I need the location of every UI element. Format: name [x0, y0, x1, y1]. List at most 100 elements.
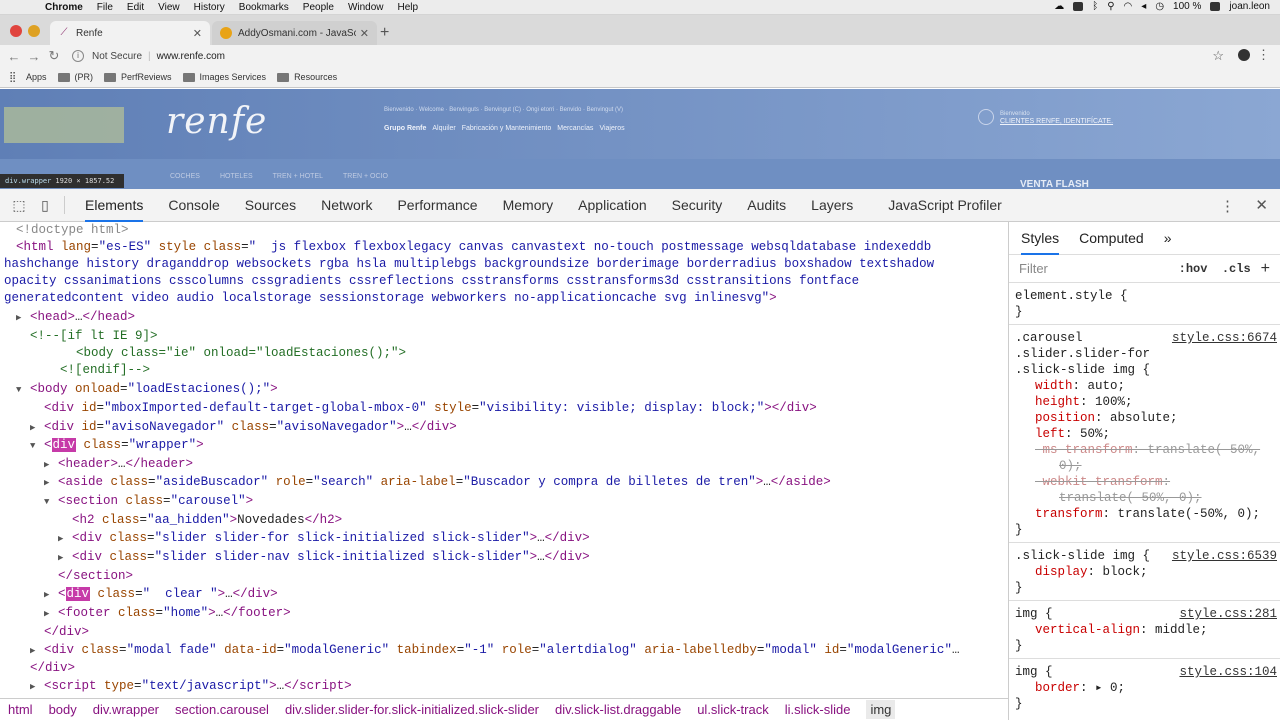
breadcrumb-item[interactable]: div.slider.slider-for.slick-initialized.… — [285, 702, 539, 717]
forward-icon[interactable]: → — [24, 49, 44, 64]
tab-styles[interactable]: Styles — [1021, 222, 1060, 255]
user-name[interactable]: joan.leon — [1229, 1, 1270, 12]
tab-layers[interactable]: Layers — [811, 189, 853, 222]
css-property[interactable]: border: ▸ 0; — [1015, 680, 1274, 696]
more-tabs-icon[interactable]: » — [1164, 222, 1172, 255]
dom-node-line[interactable]: </section> — [58, 568, 133, 586]
tab-network[interactable]: Network — [321, 189, 372, 222]
dom-node-line[interactable]: hashchange history draganddrop websocket… — [4, 256, 934, 274]
chrome-menu-icon[interactable]: ⋮ — [1257, 47, 1270, 63]
rule-carousel-img[interactable]: style.css:6674 .carousel .slider.slider-… — [1009, 325, 1280, 543]
renfe-logo[interactable]: renfe — [166, 101, 267, 142]
breadcrumb-item[interactable]: body — [49, 702, 77, 717]
group-link[interactable]: Fabricación y Mantenimiento — [462, 125, 552, 132]
tab-elements[interactable]: Elements — [85, 189, 144, 222]
dom-node-line[interactable]: </div> — [30, 660, 75, 678]
css-property[interactable]: height: 100%; — [1015, 394, 1274, 410]
dom-node-line[interactable]: ▶ <div class="modal fade" data-id="modalG… — [30, 642, 959, 661]
css-property[interactable]: position: absolute; — [1015, 410, 1274, 426]
dom-node-line[interactable]: <html lang="es-ES" style class=" js flex… — [16, 239, 931, 257]
tab-computed[interactable]: Computed — [1079, 222, 1144, 255]
rule-source-link[interactable]: style.css:6674 — [1172, 330, 1277, 346]
bookmark-images-services[interactable]: Images Services — [182, 72, 266, 82]
tab-performance[interactable]: Performance — [397, 189, 477, 222]
breadcrumb-item[interactable]: section.carousel — [175, 702, 269, 717]
bookmark-resources[interactable]: Resources — [277, 72, 337, 82]
breadcrumb-item-current[interactable]: img — [866, 700, 896, 719]
client-login[interactable]: Bienvenido CLIENTES RENFE, IDENTIFÍCATE. — [978, 109, 1113, 125]
tab-audits[interactable]: Audits — [747, 189, 786, 222]
breadcrumb-item[interactable]: div.slick-list.draggable — [555, 702, 681, 717]
menu-history[interactable]: History — [194, 2, 225, 13]
dom-node-line[interactable]: <!--[if lt IE 9]> — [30, 328, 158, 346]
css-property[interactable]: display: block; — [1015, 564, 1274, 580]
close-tab-icon[interactable]: ✕ — [193, 27, 202, 40]
dom-node-line[interactable]: ▼ <section class="carousel"> — [44, 493, 253, 512]
dom-node-line[interactable]: ▶ <footer class="home">…</footer> — [44, 605, 291, 624]
breadcrumb-item[interactable]: div.wrapper — [93, 702, 159, 717]
dom-node-line[interactable]: ▼ <body onload="loadEstaciones();"> — [16, 381, 278, 400]
subnav-item[interactable]: TREN + OCIO — [343, 173, 388, 180]
menu-edit[interactable]: Edit — [127, 2, 144, 13]
close-devtools-icon[interactable]: ✕ — [1255, 196, 1268, 214]
rule-slick-slide-img[interactable]: style.css:6539 .slick-slide img { displa… — [1009, 543, 1280, 601]
cloud-icon[interactable]: ☁ — [1054, 1, 1064, 12]
reload-icon[interactable]: ↻ — [44, 48, 64, 64]
dom-node-line[interactable]: ▶ <script type="text/javascript">…</scrip… — [30, 678, 352, 697]
subnav-item[interactable]: HOTELES — [220, 173, 253, 180]
rule-img-104[interactable]: style.css:104 img { border: ▸ 0; } — [1009, 659, 1280, 716]
css-property-overridden[interactable]: -ms-transform: translate(-50%, — [1015, 442, 1274, 458]
css-property-overridden[interactable]: -webkit-transform: — [1015, 474, 1274, 490]
group-link[interactable]: Grupo Renfe — [384, 125, 426, 132]
group-link[interactable]: Viajeros — [599, 125, 624, 132]
new-rule-icon[interactable]: + — [1261, 260, 1270, 278]
device-toolbar-icon[interactable]: ▯ — [34, 197, 56, 214]
rule-source-link[interactable]: style.css:6539 — [1172, 548, 1277, 564]
rule-element-style[interactable]: element.style { } — [1009, 283, 1280, 325]
tab-security[interactable]: Security — [672, 189, 723, 222]
css-property[interactable]: transform: translate(-50%, 0); — [1015, 506, 1274, 522]
subnav-item[interactable]: COCHES — [170, 173, 200, 180]
tab-application[interactable]: Application — [578, 189, 647, 222]
group-link[interactable]: Mercancías — [557, 125, 593, 132]
dom-node-line[interactable]: ▼ <div class="wrapper"> — [30, 437, 204, 456]
dom-node-line[interactable]: <![endif]--> — [60, 362, 150, 380]
dom-node-line[interactable]: opacity cssanimations csscolumns cssgrad… — [4, 273, 859, 291]
breadcrumb-item[interactable]: html — [8, 702, 33, 717]
menu-bookmarks[interactable]: Bookmarks — [239, 2, 289, 13]
dom-node-line[interactable]: <div id="mboxImported-default-target-glo… — [44, 400, 817, 418]
government-crest-image[interactable] — [4, 107, 124, 143]
address-bar[interactable]: i Not Secure | www.renfe.com — [72, 50, 225, 62]
group-link[interactable]: Alquiler — [432, 125, 455, 132]
tab-sources[interactable]: Sources — [245, 189, 296, 222]
breadcrumb-item[interactable]: ul.slick-track — [697, 702, 769, 717]
tab-renfe[interactable]: ⟋ Renfe ✕ — [50, 21, 210, 45]
dom-node-line[interactable]: ▶ <div id="avisoNavegador" class="avisoNa… — [30, 419, 457, 438]
tab-addyosmani[interactable]: AddyOsmani.com - JavaScript ✕ — [212, 21, 377, 45]
subnav-item[interactable]: TREN + HOTEL — [273, 173, 323, 180]
tab-javascript-profiler[interactable]: JavaScript Profiler — [888, 189, 1002, 222]
rule-img-281[interactable]: style.css:281 img { vertical-align: midd… — [1009, 601, 1280, 659]
close-window-button[interactable] — [10, 25, 22, 37]
filter-input[interactable]: Filter — [1019, 261, 1048, 276]
url-text[interactable]: www.renfe.com — [157, 51, 225, 62]
screen-icon[interactable] — [1073, 2, 1084, 11]
back-icon[interactable]: ← — [4, 49, 24, 64]
dom-node-line[interactable]: ▶ <div class="slider slider-for slick-ini… — [58, 530, 590, 549]
client-link[interactable]: CLIENTES RENFE, IDENTIFÍCATE. — [1000, 118, 1113, 125]
bookmark-pr[interactable]: (PR) — [57, 72, 93, 82]
dom-node-line[interactable]: <!doctype html> — [16, 222, 129, 240]
rule-source-link[interactable]: style.css:104 — [1179, 664, 1277, 680]
dom-node-line[interactable]: ▶ <head>…</head> — [16, 309, 135, 328]
battery-text[interactable]: 100 % — [1173, 1, 1201, 12]
bookmark-perfreviews[interactable]: PerfReviews — [104, 72, 172, 82]
extension-icon[interactable] — [1238, 49, 1250, 61]
clock-icon[interactable]: ◷ — [1155, 1, 1164, 12]
venta-flash-banner[interactable]: VENTA FLASH — [1020, 179, 1089, 189]
dom-node-line[interactable]: </div> — [44, 624, 89, 642]
dom-node-line[interactable]: ▶ <aside class="asideBuscador" role="sear… — [44, 474, 831, 493]
menu-app[interactable]: Chrome — [45, 2, 83, 13]
rule-source-link[interactable]: style.css:281 — [1179, 606, 1277, 622]
cls-label[interactable]: .cls — [1222, 262, 1251, 276]
menu-file[interactable]: File — [97, 2, 113, 13]
